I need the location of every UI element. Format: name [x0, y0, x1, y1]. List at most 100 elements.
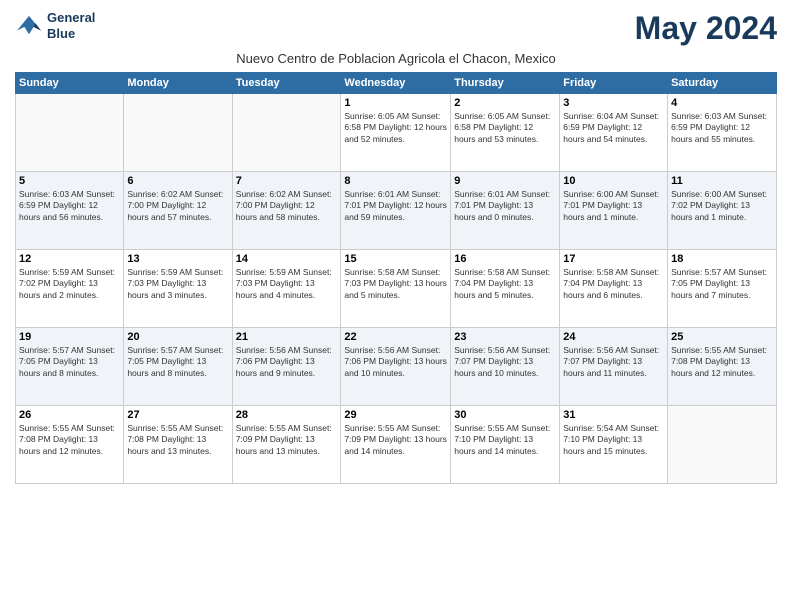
calendar-week-row: 5 Sunrise: 6:03 AM Sunset: 6:59 PM Daylig… [16, 172, 777, 250]
month-title: May 2024 [635, 10, 777, 47]
day-info: Sunrise: 5:59 AM Sunset: 7:02 PM Dayligh… [19, 267, 120, 301]
table-row: 28 Sunrise: 5:55 AM Sunset: 7:09 PM Dayli… [232, 406, 341, 484]
table-row: 13 Sunrise: 5:59 AM Sunset: 7:03 PM Dayli… [124, 250, 232, 328]
day-number: 4 [671, 97, 773, 109]
table-row: 27 Sunrise: 5:55 AM Sunset: 7:08 PM Dayli… [124, 406, 232, 484]
table-row: 18 Sunrise: 5:57 AM Sunset: 7:05 PM Dayli… [668, 250, 777, 328]
day-number: 29 [344, 409, 447, 421]
day-info: Sunrise: 5:58 AM Sunset: 7:04 PM Dayligh… [454, 267, 556, 301]
day-info: Sunrise: 6:02 AM Sunset: 7:00 PM Dayligh… [236, 189, 338, 223]
table-row: 7Sunrise: 6:02 AM Sunset: 7:00 PM Daylig… [232, 172, 341, 250]
day-info: Sunrise: 5:57 AM Sunset: 7:05 PM Dayligh… [19, 345, 120, 379]
calendar-body: 1Sunrise: 6:05 AM Sunset: 6:58 PM Daylig… [16, 94, 777, 484]
day-info: Sunrise: 5:59 AM Sunset: 7:03 PM Dayligh… [127, 267, 228, 301]
day-number: 5 [19, 175, 120, 187]
day-info: Sunrise: 5:55 AM Sunset: 7:09 PM Dayligh… [344, 423, 447, 457]
table-row: 24 Sunrise: 5:56 AM Sunset: 7:07 PM Dayli… [560, 328, 668, 406]
page: General Blue May 2024 Nuevo Centro de Po… [0, 0, 792, 612]
calendar: Sunday Monday Tuesday Wednesday Thursday… [15, 72, 777, 484]
day-number: 15 [344, 253, 447, 265]
table-row: 6 Sunrise: 6:02 AM Sunset: 7:00 PM Daylig… [124, 172, 232, 250]
day-info: Sunrise: 5:57 AM Sunset: 7:05 PM Dayligh… [127, 345, 228, 379]
table-row: 17 Sunrise: 5:58 AM Sunset: 7:04 PM Dayli… [560, 250, 668, 328]
day-info: Sunrise: 6:02 AM Sunset: 7:00 PM Dayligh… [127, 189, 228, 223]
day-info: Sunrise: 6:03 AM Sunset: 6:59 PM Dayligh… [671, 111, 773, 145]
day-number: 16 [454, 253, 556, 265]
table-row: 15 Sunrise: 5:58 AM Sunset: 7:03 PM Dayli… [341, 250, 451, 328]
day-number: 27 [127, 409, 228, 421]
day-number: 8 [344, 175, 447, 187]
table-row [16, 94, 124, 172]
day-number: 23 [454, 331, 556, 343]
day-info: Sunrise: 5:55 AM Sunset: 7:09 PM Dayligh… [236, 423, 338, 457]
table-row: 4 Sunrise: 6:03 AM Sunset: 6:59 PM Daylig… [668, 94, 777, 172]
day-number: 3 [563, 97, 664, 109]
col-tuesday: Tuesday [232, 73, 341, 94]
day-info: Sunrise: 6:00 AM Sunset: 7:01 PM Dayligh… [563, 189, 664, 223]
table-row: 14Sunrise: 5:59 AM Sunset: 7:03 PM Dayli… [232, 250, 341, 328]
table-row: 5 Sunrise: 6:03 AM Sunset: 6:59 PM Daylig… [16, 172, 124, 250]
day-number: 24 [563, 331, 664, 343]
table-row: 11 Sunrise: 6:00 AM Sunset: 7:02 PM Dayli… [668, 172, 777, 250]
day-number: 17 [563, 253, 664, 265]
day-number: 1 [344, 97, 447, 109]
day-number: 14 [236, 253, 338, 265]
day-info: Sunrise: 5:56 AM Sunset: 7:07 PM Dayligh… [563, 345, 664, 379]
table-row: 26Sunrise: 5:55 AM Sunset: 7:08 PM Dayli… [16, 406, 124, 484]
header: General Blue May 2024 [15, 10, 777, 47]
day-number: 31 [563, 409, 664, 421]
day-info: Sunrise: 6:01 AM Sunset: 7:01 PM Dayligh… [454, 189, 556, 223]
day-number: 13 [127, 253, 228, 265]
table-row: 20 Sunrise: 5:57 AM Sunset: 7:05 PM Dayli… [124, 328, 232, 406]
day-number: 28 [236, 409, 338, 421]
day-number: 21 [236, 331, 338, 343]
day-number: 2 [454, 97, 556, 109]
table-row: 8 Sunrise: 6:01 AM Sunset: 7:01 PM Daylig… [341, 172, 451, 250]
day-number: 11 [671, 175, 773, 187]
day-number: 12 [19, 253, 120, 265]
day-number: 10 [563, 175, 664, 187]
col-thursday: Thursday [451, 73, 560, 94]
col-wednesday: Wednesday [341, 73, 451, 94]
table-row: 22Sunrise: 5:56 AM Sunset: 7:06 PM Dayli… [341, 328, 451, 406]
calendar-week-row: 12 Sunrise: 5:59 AM Sunset: 7:02 PM Dayli… [16, 250, 777, 328]
logo: General Blue [15, 10, 95, 41]
day-info: Sunrise: 5:54 AM Sunset: 7:10 PM Dayligh… [563, 423, 664, 457]
col-sunday: Sunday [16, 73, 124, 94]
table-row: 16 Sunrise: 5:58 AM Sunset: 7:04 PM Dayli… [451, 250, 560, 328]
table-row: 25Sunrise: 5:55 AM Sunset: 7:08 PM Dayli… [668, 328, 777, 406]
calendar-week-row: 1Sunrise: 6:05 AM Sunset: 6:58 PM Daylig… [16, 94, 777, 172]
calendar-week-row: 26 Sunrise: 5:55 AM Sunset: 7:08 PM Dayli… [16, 406, 777, 484]
day-info: Sunrise: 5:55 AM Sunset: 7:08 PM Dayligh… [127, 423, 228, 457]
day-info: Sunrise: 5:57 AM Sunset: 7:05 PM Dayligh… [671, 267, 773, 301]
day-info: Sunrise: 5:56 AM Sunset: 7:07 PM Dayligh… [454, 345, 556, 379]
calendar-week-row: 19 Sunrise: 5:57 AM Sunset: 7:05 PM Dayli… [16, 328, 777, 406]
col-monday: Monday [124, 73, 232, 94]
table-row: 31 Sunrise: 5:54 AM Sunset: 7:10 PM Dayli… [560, 406, 668, 484]
day-number: 20 [127, 331, 228, 343]
day-info: Sunrise: 6:03 AM Sunset: 6:59 PM Dayligh… [19, 189, 120, 223]
day-number: 30 [454, 409, 556, 421]
day-info: Sunrise: 6:01 AM Sunset: 7:01 PM Dayligh… [344, 189, 447, 223]
day-number: 18 [671, 253, 773, 265]
logo-text: General Blue [47, 10, 95, 41]
day-number: 6 [127, 175, 228, 187]
subtitle: Nuevo Centro de Poblacion Agricola el Ch… [15, 51, 777, 66]
table-row: 3 Sunrise: 6:04 AM Sunset: 6:59 PM Daylig… [560, 94, 668, 172]
col-friday: Friday [560, 73, 668, 94]
table-row [232, 94, 341, 172]
calendar-header-row: Sunday Monday Tuesday Wednesday Thursday… [16, 73, 777, 94]
table-row: 1Sunrise: 6:05 AM Sunset: 6:58 PM Daylig… [341, 94, 451, 172]
day-number: 19 [19, 331, 120, 343]
logo-icon [15, 14, 43, 38]
table-row: 12 Sunrise: 5:59 AM Sunset: 7:02 PM Dayli… [16, 250, 124, 328]
day-info: Sunrise: 5:58 AM Sunset: 7:04 PM Dayligh… [563, 267, 664, 301]
day-info: Sunrise: 5:58 AM Sunset: 7:03 PM Dayligh… [344, 267, 447, 301]
table-row [668, 406, 777, 484]
day-number: 26 [19, 409, 120, 421]
day-info: Sunrise: 6:00 AM Sunset: 7:02 PM Dayligh… [671, 189, 773, 223]
table-row: 19 Sunrise: 5:57 AM Sunset: 7:05 PM Dayli… [16, 328, 124, 406]
table-row [124, 94, 232, 172]
day-info: Sunrise: 6:04 AM Sunset: 6:59 PM Dayligh… [563, 111, 664, 145]
table-row: 29 Sunrise: 5:55 AM Sunset: 7:09 PM Dayli… [341, 406, 451, 484]
